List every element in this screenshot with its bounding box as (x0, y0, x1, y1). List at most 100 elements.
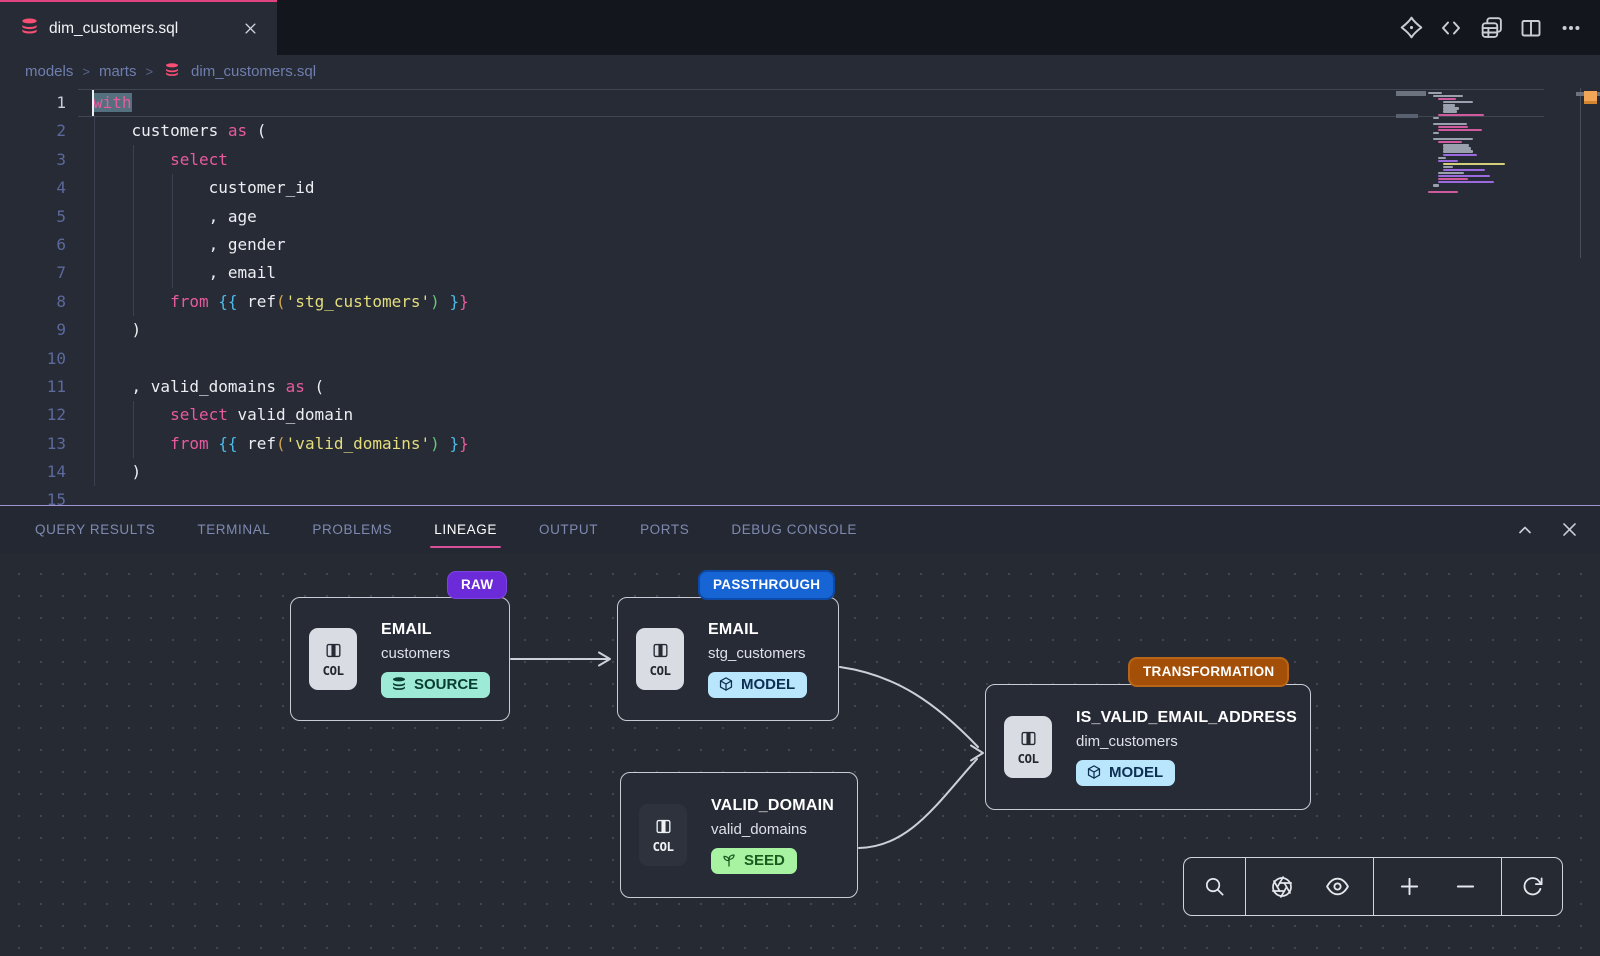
code-line[interactable]: with (66, 89, 1600, 117)
column-tile: COL (639, 804, 687, 866)
indent-guide (133, 145, 134, 316)
code-line[interactable]: customers as ( (66, 117, 1600, 145)
model-badge: MODEL (1076, 760, 1175, 786)
code-line[interactable]: select valid_domain (66, 401, 1600, 429)
code-line[interactable] (66, 345, 1600, 373)
search-icon[interactable] (1195, 867, 1235, 907)
overview-ruler-marker (1584, 91, 1597, 104)
tab-close-icon[interactable] (239, 18, 261, 40)
panel-tab-output[interactable]: OUTPUT (539, 506, 598, 553)
collapse-panel-icon[interactable] (1510, 515, 1540, 545)
line-number: 14 (0, 458, 66, 486)
column-name: EMAIL (381, 621, 432, 639)
code-line[interactable]: from {{ ref('valid_domains') }} (66, 430, 1600, 458)
minimap-line (1443, 101, 1473, 103)
line-number: 2 (0, 117, 66, 145)
code-line[interactable] (66, 486, 1600, 505)
lineage-node-customers[interactable]: COL EMAIL customers SOURCE (290, 597, 510, 721)
edge-stg-to-dim (840, 667, 978, 747)
refresh-icon[interactable] (1512, 867, 1552, 907)
zoom-in-icon[interactable] (1390, 867, 1430, 907)
panel-tab-terminal[interactable]: TERMINAL (197, 506, 270, 553)
panel-tab-query-results[interactable]: QUERY RESULTS (35, 506, 155, 553)
editor-tab-bar: dim_customers.sql (0, 0, 1600, 55)
eye-icon[interactable] (1317, 867, 1357, 907)
code-line[interactable]: , age (66, 203, 1600, 231)
col-label: COL (652, 839, 673, 854)
code-line[interactable]: select (66, 146, 1600, 174)
overview-ruler (1580, 88, 1581, 258)
panel-tab-ports[interactable]: PORTS (640, 506, 689, 553)
breadcrumb-item-marts[interactable]: marts (99, 63, 137, 80)
tab-dim-customers[interactable]: dim_customers.sql (0, 0, 277, 55)
code-line[interactable]: customer_id (66, 174, 1600, 202)
col-label: COL (322, 663, 343, 678)
close-panel-icon[interactable] (1554, 515, 1584, 545)
more-actions-icon[interactable] (1556, 13, 1586, 43)
code-editor[interactable]: 123456789101112131415 with customers as … (0, 88, 1600, 505)
minimap-line (1443, 163, 1505, 165)
lineage-toolbar (1183, 857, 1563, 916)
panel-actions (1510, 506, 1584, 553)
minimap-line (1438, 178, 1468, 180)
minimap-line (1443, 154, 1477, 156)
minimap-selection-mark (1396, 114, 1418, 118)
breadcrumb-item-models[interactable]: models (25, 63, 73, 80)
code-line[interactable]: , valid_domains as ( (66, 373, 1600, 401)
copy-table-icon[interactable] (1476, 13, 1506, 43)
split-editor-icon[interactable] (1516, 13, 1546, 43)
line-number: 5 (0, 203, 66, 231)
aperture-icon[interactable] (1262, 867, 1302, 907)
minimap-line (1443, 169, 1485, 171)
breadcrumb: models > marts > dim_customers.sql (0, 55, 1600, 88)
line-number: 9 (0, 316, 66, 344)
code-line[interactable]: , email (66, 259, 1600, 287)
model-name: dim_customers (1076, 733, 1178, 750)
minimap-line (1438, 126, 1468, 128)
cube-icon (1086, 764, 1102, 780)
panel-tab-debug-console[interactable]: DEBUG CONSOLE (731, 506, 857, 553)
lineage-node-valid-domains[interactable]: COL VALID_DOMAIN valid_domains SEED (620, 772, 858, 898)
column-name: VALID_DOMAIN (711, 797, 834, 815)
raw-type-badge: RAW (447, 571, 507, 599)
code-line[interactable]: , gender (66, 231, 1600, 259)
panel-tab-lineage[interactable]: LINEAGE (434, 506, 497, 553)
code-lines[interactable]: with customers as ( select customer_id ,… (66, 89, 1600, 505)
code-icon[interactable] (1436, 13, 1466, 43)
dbt-icon[interactable] (1396, 13, 1426, 43)
line-number: 12 (0, 401, 66, 429)
code-line[interactable]: ) (66, 458, 1600, 486)
seed-badge: SEED (711, 848, 797, 874)
minimap-line (1438, 181, 1494, 183)
lineage-node-dim-customers[interactable]: COL IS_VALID_EMAIL_ADDRESS dim_customers… (985, 684, 1311, 810)
line-number: 15 (0, 486, 66, 505)
database-icon (391, 676, 407, 692)
line-number: 8 (0, 288, 66, 316)
minimap-line (1443, 104, 1455, 106)
line-number: 3 (0, 146, 66, 174)
minimap-line (1433, 184, 1439, 186)
breadcrumb-item-file[interactable]: dim_customers.sql (191, 63, 316, 80)
chevron-right-icon: > (82, 64, 90, 79)
model-name: valid_domains (711, 821, 807, 838)
code-line[interactable]: ) (66, 316, 1600, 344)
model-badge: MODEL (708, 672, 807, 698)
minimap-line (1433, 117, 1439, 119)
panel-tab-bar: QUERY RESULTS TERMINAL PROBLEMS LINEAGE OUTP… (0, 506, 1600, 553)
indent-guide (133, 401, 134, 458)
minimap-line (1433, 123, 1467, 125)
zoom-out-icon[interactable] (1445, 867, 1485, 907)
minimap-line (1438, 175, 1490, 177)
line-number: 13 (0, 430, 66, 458)
arrowhead (599, 653, 610, 666)
database-icon (20, 17, 39, 41)
line-number: 7 (0, 259, 66, 287)
text-cursor (92, 90, 94, 116)
lineage-node-stg-customers[interactable]: COL EMAIL stg_customers MODEL (617, 597, 839, 721)
lineage-canvas[interactable]: COL EMAIL customers SOURCE RAW (0, 553, 1600, 956)
column-tile: COL (1004, 716, 1052, 778)
code-line[interactable]: from {{ ref('stg_customers') }} (66, 288, 1600, 316)
minimap-line (1438, 98, 1456, 100)
panel-tab-problems[interactable]: PROBLEMS (312, 506, 392, 553)
minimap[interactable] (1428, 92, 1544, 194)
